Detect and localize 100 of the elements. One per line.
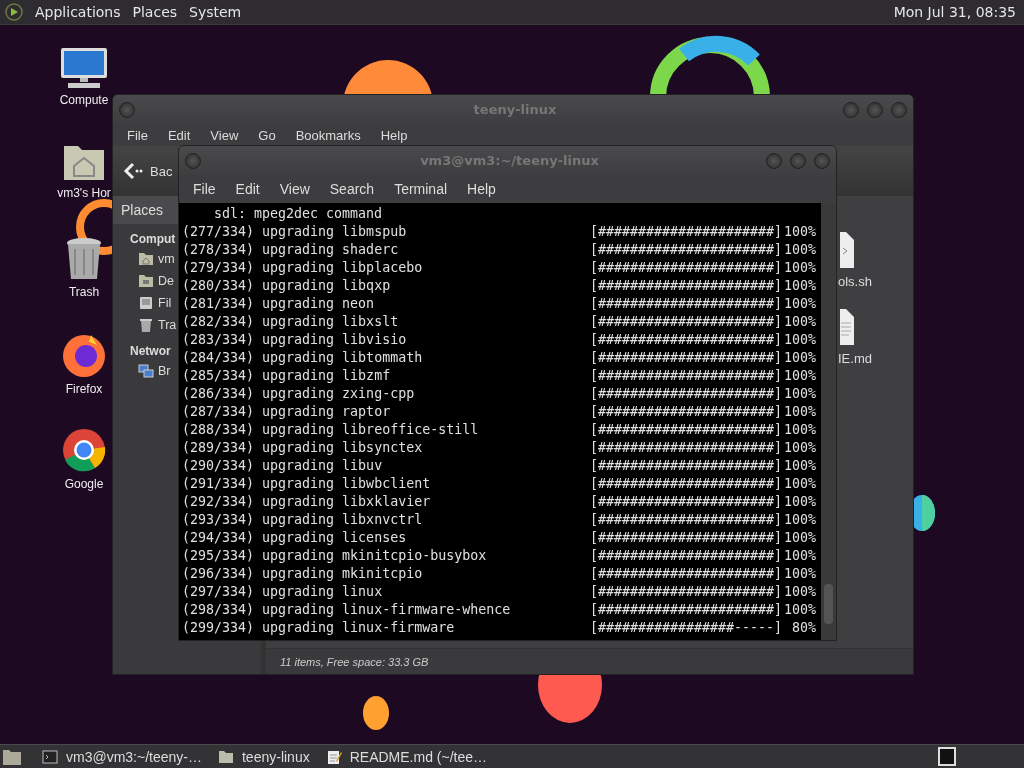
menu-item[interactable]: File (183, 181, 226, 197)
percent-text: 100% (784, 565, 816, 583)
terminal-line: (288/334) upgrading libreoffice-still (182, 421, 480, 439)
sidebar-item[interactable]: Br (138, 363, 171, 379)
percent-text: 100% (784, 601, 816, 619)
percent-text: 100% (784, 259, 816, 277)
percent-text: 100% (784, 367, 816, 385)
terminal-line: (295/334) upgrading mkinitcpio-busybox (182, 547, 488, 565)
menu-item[interactable]: Help (457, 181, 506, 197)
percent-text: 100% (784, 295, 816, 313)
desktop-icon-label[interactable]: Compute (59, 93, 109, 107)
percent-text: 100% (784, 277, 816, 295)
menu-item[interactable]: Terminal (384, 181, 458, 197)
firefox-icon (61, 332, 107, 378)
terminal-line: (285/334) upgrading libzmf (182, 367, 392, 385)
sidebar-item[interactable]: Fil (138, 295, 172, 311)
progress-text: [######################] (590, 331, 784, 349)
app-menu-icon[interactable] (5, 3, 23, 21)
sidebar-tab[interactable]: Places (121, 202, 164, 218)
menu-item[interactable]: Go (248, 127, 286, 143)
terminal-line: (279/334) upgrading libplacebo (182, 259, 424, 277)
taskbar-item[interactable]: teeny-linux (212, 748, 320, 765)
progress-text: [######################] (590, 223, 784, 241)
workspace-switcher[interactable] (938, 747, 956, 766)
scrollbar[interactable] (821, 203, 836, 640)
menu-item[interactable]: View (200, 127, 249, 143)
desktop-icon-label[interactable]: Google (64, 477, 104, 491)
wallpaper-blob (363, 696, 389, 730)
back-button[interactable]: Bac (119, 158, 173, 184)
percent-text: 100% (784, 349, 816, 367)
progress-text: [######################] (590, 475, 784, 493)
progress-text: [######################] (590, 457, 784, 475)
terminal-line: (296/334) upgrading mkinitcpio (182, 565, 424, 583)
window-control-button[interactable] (867, 101, 883, 118)
panel-menu[interactable]: Places (126, 4, 184, 20)
desktop-icon-label[interactable]: Trash (68, 285, 100, 299)
progress-text: [######################] (590, 565, 784, 583)
terminal-line: (283/334) upgrading libvisio (182, 331, 408, 349)
percent-text: 100% (784, 313, 816, 331)
back-arrow-icon (123, 162, 143, 180)
menu-item[interactable]: File (117, 127, 158, 143)
terminal-line: (286/334) upgrading zxing-cpp (182, 385, 416, 403)
window-control-button[interactable] (814, 152, 830, 169)
progress-text: [######################] (590, 439, 784, 457)
terminal-line: (292/334) upgrading libxklavier (182, 493, 432, 511)
folder-icon (218, 748, 234, 765)
window-control-button[interactable] (790, 152, 806, 169)
progress-text: [######################] (590, 277, 784, 295)
window-control-button[interactable] (185, 152, 201, 169)
sidebar-item[interactable]: vm (138, 251, 175, 267)
computer-icon (60, 47, 108, 89)
percent-text: 100% (784, 331, 816, 349)
menu-item[interactable]: Edit (225, 181, 270, 197)
panel-menu[interactable]: System (183, 4, 248, 20)
file-label[interactable]: ols.sh (838, 274, 872, 289)
menu-item[interactable]: Bookmarks (285, 127, 371, 143)
text-editor-icon (325, 748, 342, 765)
window-control-button[interactable] (119, 101, 135, 118)
percent-text: 100% (784, 385, 816, 403)
sidebar-heading: Comput (130, 232, 176, 246)
percent-text: 100% (784, 529, 816, 547)
trash-icon (138, 317, 154, 333)
window-control-button[interactable] (843, 101, 859, 118)
terminal-line: sdl: mpeg2dec command (213, 205, 384, 223)
sidebar-item[interactable]: De (138, 273, 174, 289)
progress-text: [######################] (590, 547, 784, 565)
window-control-button[interactable] (891, 101, 907, 118)
menu-item[interactable]: View (269, 181, 320, 197)
sidebar-heading: Networ (130, 344, 171, 358)
percent-text: 100% (784, 241, 816, 259)
show-desktop-icon[interactable] (2, 747, 22, 766)
chrome-icon (61, 427, 107, 473)
menu-item[interactable]: Edit (157, 127, 201, 143)
percent-text: 100% (784, 475, 816, 493)
percent-text: 80% (790, 619, 816, 637)
menu-item[interactable]: Search (319, 181, 385, 197)
desktop-icon-label[interactable]: Firefox (65, 382, 103, 396)
network-icon (138, 363, 154, 379)
window-control-button[interactable] (766, 152, 782, 169)
progress-text: [#################-----] (590, 619, 784, 637)
trash-icon (65, 237, 103, 281)
menu-item[interactable]: Help (370, 127, 418, 143)
progress-text: [######################] (590, 295, 784, 313)
sidebar-item[interactable]: Tra (138, 317, 177, 333)
progress-text: [######################] (590, 601, 784, 619)
progress-text: [######################] (590, 385, 784, 403)
percent-text: 100% (784, 457, 816, 475)
taskbar-item[interactable]: README.md (~/tee… (319, 748, 497, 765)
terminal-line: (294/334) upgrading licenses (182, 529, 408, 547)
percent-text: 100% (784, 547, 816, 565)
percent-text: 100% (784, 493, 816, 511)
desktop-icon-label[interactable]: vm3's Hor (57, 186, 111, 200)
clock[interactable]: Mon Jul 31, 08:35 (893, 4, 1024, 20)
file-label[interactable]: IE.md (838, 351, 872, 366)
panel-menu[interactable]: Applications (29, 4, 127, 20)
terminal-line: (293/334) upgrading libxnvctrl (182, 511, 424, 529)
taskbar-item[interactable]: vm3@vm3:~/teeny-… (36, 748, 212, 765)
terminal-line: (280/334) upgrading libqxp (182, 277, 392, 295)
drive-icon (138, 295, 154, 311)
terminal-line: (287/334) upgrading raptor (182, 403, 392, 421)
